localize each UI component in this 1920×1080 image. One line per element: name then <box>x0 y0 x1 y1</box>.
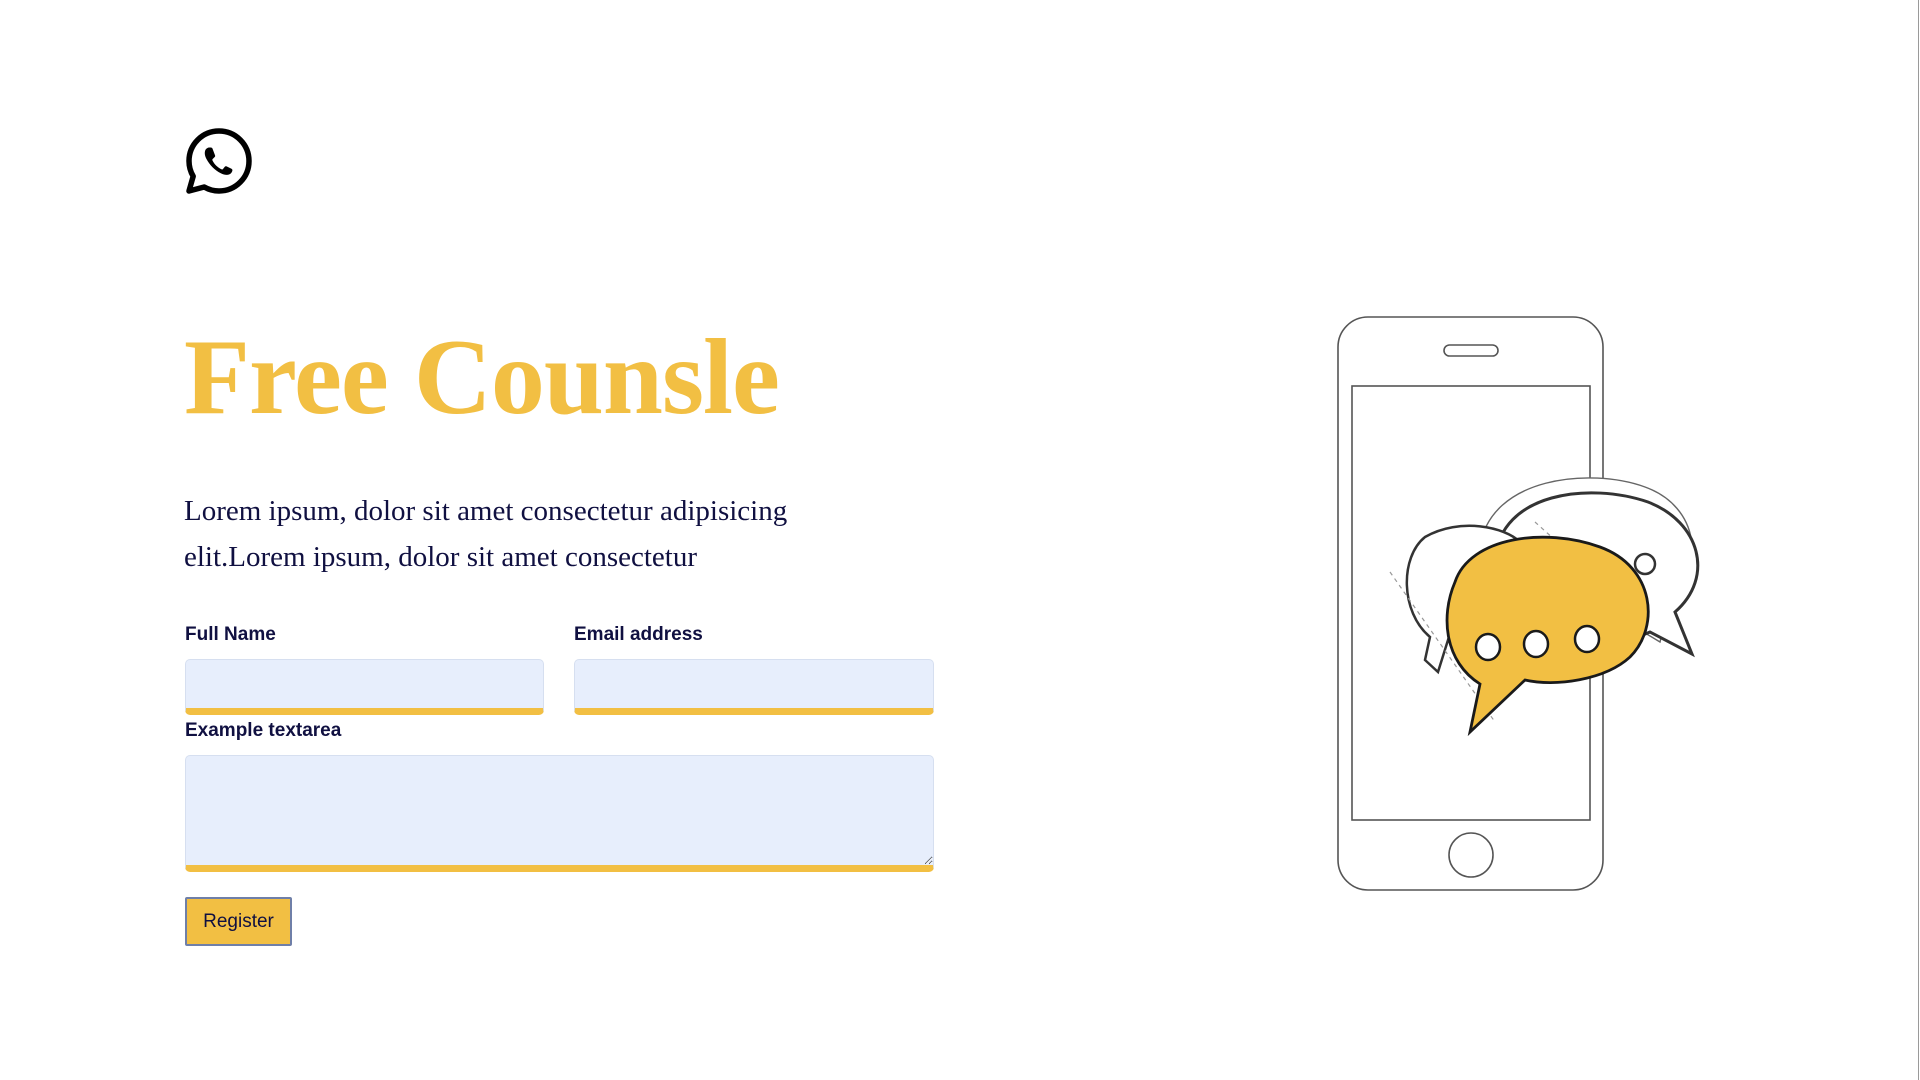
message-label: Example textarea <box>185 720 342 741</box>
full-name-input[interactable] <box>185 659 544 715</box>
full-name-label: Full Name <box>185 624 276 645</box>
phone-chat-bubbles-icon <box>1337 316 1700 891</box>
email-input[interactable] <box>574 659 934 715</box>
message-textarea[interactable] <box>185 755 934 872</box>
email-label: Email address <box>574 624 703 645</box>
page-title: Free Counsle <box>184 318 780 437</box>
whatsapp-icon[interactable] <box>184 126 254 196</box>
hero-description: Lorem ipsum, dolor sit amet consectetur … <box>184 495 788 573</box>
page-edge-divider <box>1918 0 1919 1080</box>
register-button[interactable]: Register <box>185 897 292 946</box>
